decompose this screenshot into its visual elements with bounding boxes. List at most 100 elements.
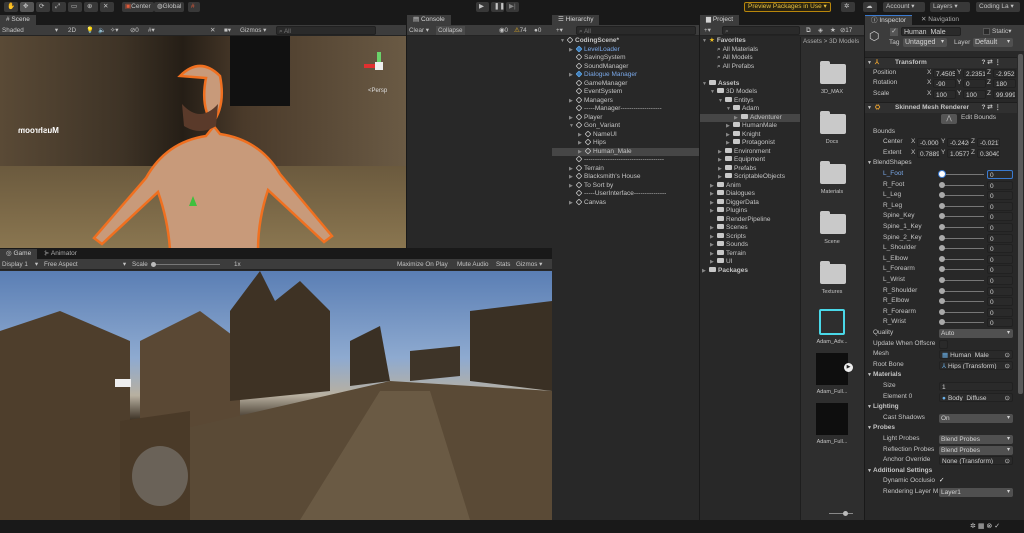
update-offscreen-checkbox[interactable] [939,339,948,349]
blendshape-slider[interactable] [942,301,984,303]
expand-arrow-icon[interactable]: ▶ [569,199,576,208]
z-field[interactable]: 0.3040 [977,148,1000,158]
blendshape-value-field[interactable]: 0 [987,297,1013,307]
expand-arrow-icon[interactable]: ▼ [726,105,733,114]
layers-dropdown[interactable]: Layers ▾ [930,2,970,12]
2d-toggle[interactable]: 2D [66,26,78,35]
project-tree-item[interactable]: ▶ DiggerData [700,198,800,208]
blendshape-slider[interactable] [942,248,984,250]
project-tree-item[interactable]: ▶ Sounds [700,241,800,250]
expand-arrow-icon[interactable]: ▶ [710,182,717,191]
tab-project[interactable]: ▆ Project [700,15,740,25]
step-button[interactable]: ▶| [506,2,519,12]
scale-slider[interactable] [152,264,220,265]
clear-button[interactable]: Clear ▾ [407,26,431,35]
blendshape-value-field[interactable]: 0 [987,265,1013,275]
expand-arrow-icon[interactable]: ▶ [710,224,717,233]
project-tree-item[interactable]: ▶ Terrain [700,249,800,259]
object-picker-icon[interactable]: ⊙ [1005,457,1010,464]
folder-icon[interactable] [820,111,846,134]
blendshape-slider-knob[interactable] [939,234,945,241]
blendshape-value-field[interactable]: 0 [987,318,1013,328]
expand-arrow-icon[interactable]: ▼ [710,88,717,97]
scale-slider-knob[interactable] [151,262,156,267]
blendshape-slider[interactable] [942,216,984,218]
reflection-probes-dropdown[interactable]: Blend Probes [939,445,1013,455]
collab-icon[interactable]: ⊗ [986,523,992,530]
x-field[interactable]: 7.4505 [933,68,956,78]
icon-size-slider[interactable] [829,513,853,514]
blendshape-value-field[interactable]: 0 [987,244,1013,254]
display-dropdown[interactable]: Display 1 ▾ [0,260,40,269]
game-gizmos-dropdown[interactable]: Gizmos ▾ [514,260,544,269]
blendshape-slider[interactable] [942,290,984,292]
project-tree-item[interactable]: ▶ HumanMale [700,122,800,131]
blendshape-slider-knob[interactable] [939,298,945,305]
hierarchy-item[interactable]: ▼ CodingScene* [552,36,699,46]
blendshape-slider-knob[interactable] [939,224,945,230]
expand-arrow-icon[interactable]: ▶ [718,165,725,174]
z-field[interactable]: 180 [993,79,1016,89]
snap-icon[interactable]: # [188,2,200,12]
hierarchy-item[interactable]: -----Manager------------------- [552,104,699,114]
hidden-packages-toggle[interactable]: ⊘17 [838,26,854,35]
tab-hierarchy[interactable]: ☰ Hierarchy [552,15,600,25]
active-checkbox[interactable]: ✓ [890,28,898,36]
filter-label-icon[interactable]: ◈ [816,26,825,35]
expand-arrow-icon[interactable]: ▶ [726,122,733,131]
expand-arrow-icon[interactable]: ▼ [702,80,709,89]
blendshape-slider[interactable] [942,311,984,313]
blendshape-slider[interactable] [942,237,984,239]
expand-arrow-icon[interactable]: ▶ [718,173,725,182]
icon-size-knob[interactable] [843,511,848,516]
expand-arrow-icon[interactable]: ▶ [578,139,585,148]
human-male-model[interactable] [70,56,340,248]
expand-arrow-icon[interactable]: ▶ [710,207,717,216]
expand-arrow-icon[interactable]: ▶ [569,71,576,80]
expand-arrow-icon[interactable]: ▼ [560,37,567,46]
expand-arrow-icon[interactable]: ▶ [734,114,741,123]
hierarchy-item[interactable]: ▶ Blacksmith's House [552,172,699,182]
persp-label[interactable]: <Persp [368,88,387,94]
folder-icon[interactable] [820,161,846,184]
blendshape-slider-knob[interactable] [939,319,945,326]
blendshape-slider[interactable] [942,227,984,228]
custom-tool-icon[interactable]: ✕ [100,2,114,12]
x-field[interactable]: -0.000 [917,138,940,148]
mute-audio-toggle[interactable]: Mute Audio [455,260,491,269]
grid-toggle-icon[interactable]: #▾ [146,26,157,35]
hierarchy-item[interactable]: ▶ Canvas [552,198,699,208]
foldout-arrow-icon[interactable]: ▼ [867,158,872,169]
blendshape-slider-knob[interactable] [939,245,945,252]
blendshape-value-field[interactable]: 0 [987,223,1013,232]
blendshape-slider-knob[interactable] [939,213,945,220]
filter-type-icon[interactable]: ⧉ [804,26,813,35]
hierarchy-item[interactable]: EventSystem [552,87,699,97]
project-search-input[interactable]: ⌕ [722,26,800,35]
favorite-icon[interactable]: ★ [828,26,838,35]
blendshape-slider[interactable] [942,205,984,207]
z-field[interactable]: -0.0217 [977,138,1000,148]
hierarchy-search-input[interactable]: ⌕ All [576,26,696,35]
project-tree-item[interactable]: ▶ Adventurer [700,113,800,123]
light-probes-dropdown[interactable]: Blend Probes [939,435,1013,444]
model-thumbnail[interactable] [816,353,848,385]
project-tree-item[interactable]: ▼ Entitys [700,96,800,106]
hierarchy-item[interactable]: SavingSystem [552,53,699,63]
foldout-arrow-icon[interactable]: ▼ [867,466,872,477]
hierarchy-item[interactable]: ▶ LevelLoader [552,45,699,55]
expand-arrow-icon[interactable]: ▶ [569,182,576,191]
expand-arrow-icon[interactable]: ▶ [710,233,717,242]
blendshape-value-field[interactable]: 0 [987,191,1013,201]
collapse-toggle[interactable]: Collapse [436,26,465,35]
aspect-dropdown[interactable]: Free Aspect ▾ [42,260,128,269]
x-field[interactable]: 100 [933,89,956,99]
preview-packages-button[interactable]: Preview Packages in Use ▾ [744,2,831,12]
project-tree-item[interactable]: ▶ Equipment [700,156,800,165]
layer-dropdown[interactable]: Default [973,38,1013,47]
project-tree-item[interactable]: ▶ Dialogues [700,190,800,199]
hierarchy-item[interactable]: ▶ Hips [552,138,699,148]
x-field[interactable]: 0.7889 [917,148,940,158]
bake-icon[interactable]: ▦ [978,523,985,530]
project-tree-item[interactable]: ▶ Prefabs [700,164,800,174]
